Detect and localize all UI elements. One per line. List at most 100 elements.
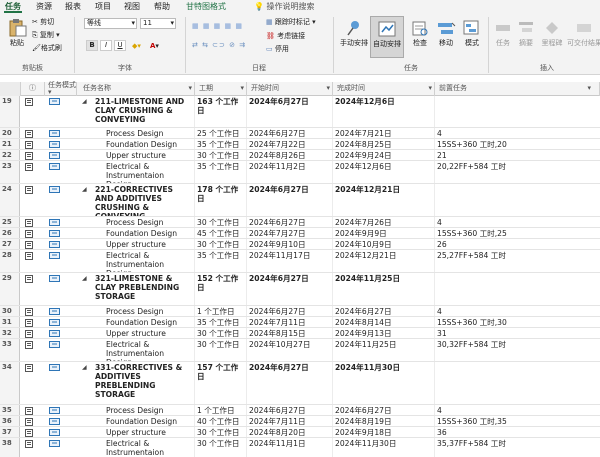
- row-number[interactable]: 27: [0, 239, 20, 249]
- row-number[interactable]: 21: [0, 139, 20, 149]
- paste-button[interactable]: 粘贴: [4, 19, 30, 48]
- predecessors-cell[interactable]: 4: [435, 128, 600, 138]
- duration-cell[interactable]: 30 个工作日: [195, 150, 247, 160]
- column-header-mode[interactable]: 任务模式 ▾: [45, 82, 77, 96]
- tab-resource[interactable]: 资源: [34, 0, 54, 13]
- predecessors-cell[interactable]: 31: [435, 328, 600, 338]
- row-number[interactable]: 28: [0, 250, 20, 272]
- predecessors-cell[interactable]: 30,32FF+584 工时: [435, 339, 600, 361]
- duration-cell[interactable]: 1 个工作日: [195, 405, 247, 415]
- task-name-cell[interactable]: Foundation Design: [104, 317, 195, 327]
- start-cell[interactable]: 2024年11月17日: [247, 250, 333, 272]
- task-name-cell[interactable]: 221-CORRECTIVES AND ADDITIVES CRUSHING &…: [93, 184, 195, 216]
- duration-cell[interactable]: 30 个工作日: [195, 427, 247, 437]
- finish-cell[interactable]: 2024年7月26日: [333, 217, 435, 227]
- task-row[interactable]: 36 Foundation Design 40 个工作日 2024年7月11日 2024…: [0, 416, 600, 427]
- row-number[interactable]: 29: [0, 273, 20, 305]
- collapse-triangle-icon[interactable]: ◢: [82, 364, 87, 371]
- task-insert-button[interactable]: 任务: [492, 19, 514, 48]
- start-cell[interactable]: 2024年7月27日: [247, 228, 333, 238]
- task-name-cell[interactable]: Foundation Design: [104, 416, 195, 426]
- start-cell[interactable]: 2024年11月1日: [247, 438, 333, 457]
- task-name-cell[interactable]: Upper structure Design: [104, 427, 195, 437]
- duration-cell[interactable]: 45 个工作日: [195, 228, 247, 238]
- task-row[interactable]: 21 Foundation Design 35 个工作日 2024年7月22日 2024…: [0, 139, 600, 150]
- finish-cell[interactable]: 2024年11月25日: [333, 273, 435, 305]
- milestone-button[interactable]: 里程碑: [539, 19, 565, 48]
- finish-cell[interactable]: 2024年12月6日: [333, 161, 435, 183]
- task-name-cell[interactable]: Process Design: [104, 217, 195, 227]
- row-number[interactable]: 23: [0, 161, 20, 183]
- highlight-color-button[interactable]: ◆▾: [132, 41, 141, 51]
- start-cell[interactable]: 2024年6月27日: [247, 306, 333, 316]
- search-box[interactable]: 💡 操作说明搜索: [252, 0, 317, 13]
- format-painter-button[interactable]: 🖌格式刷: [32, 43, 62, 53]
- font-name-select[interactable]: 等线 ▾: [84, 18, 137, 29]
- collapse-triangle-icon[interactable]: ◢: [82, 98, 87, 105]
- column-header-finish[interactable]: 完成时间 ▾: [333, 82, 435, 96]
- percent-complete-buttons[interactable]: ▦ ▦ ▦ ▦ ▦: [192, 21, 243, 31]
- task-row[interactable]: 25 Process Design 30 个工作日 2024年6月27日 2024年7月…: [0, 217, 600, 228]
- row-number[interactable]: 22: [0, 150, 20, 160]
- task-name-cell[interactable]: Upper structure Design: [104, 150, 195, 160]
- start-cell[interactable]: 2024年7月11日: [247, 416, 333, 426]
- start-cell[interactable]: 2024年10月27日: [247, 339, 333, 361]
- task-row[interactable]: 38 Electrical & Instrumentaion Design30 个…: [0, 438, 600, 457]
- predecessors-cell[interactable]: 15SS+360 工时,20: [435, 139, 600, 149]
- row-number[interactable]: 25: [0, 217, 20, 227]
- underline-button[interactable]: U: [114, 40, 126, 51]
- finish-cell[interactable]: 2024年11月25日: [333, 339, 435, 361]
- task-name-cell[interactable]: Process Design: [104, 128, 195, 138]
- start-cell[interactable]: 2024年6月27日: [247, 128, 333, 138]
- column-header-name[interactable]: 任务名称 ▾: [77, 82, 195, 96]
- predecessors-cell[interactable]: [435, 273, 600, 305]
- task-row[interactable]: 35 Process Design 1 个工作日 2024年6月27日 2024年6月2…: [0, 405, 600, 416]
- move-button[interactable]: 移动: [434, 19, 458, 48]
- summary-task-row[interactable]: 34 ◢ 331-CORRECTIVES & ADDITIVES PREBLENDI…: [0, 362, 600, 405]
- start-cell[interactable]: 2024年6月27日: [247, 273, 333, 305]
- row-number[interactable]: 19: [0, 96, 20, 127]
- row-number[interactable]: 26: [0, 228, 20, 238]
- predecessors-cell[interactable]: 35,37FF+584 工时: [435, 438, 600, 457]
- task-row[interactable]: 23 Electrical & Instrumentaion Design35 个…: [0, 161, 600, 184]
- column-header-predecessors[interactable]: 前置任务 ▾: [435, 82, 600, 96]
- finish-cell[interactable]: 2024年6月27日: [333, 306, 435, 316]
- font-color-button[interactable]: A▾: [150, 41, 159, 51]
- copy-button[interactable]: ⎘ 复制 ▾: [32, 30, 60, 40]
- start-cell[interactable]: 2024年11月2日: [247, 161, 333, 183]
- task-name-cell[interactable]: Upper structure Design: [104, 328, 195, 338]
- start-cell[interactable]: 2024年6月27日: [247, 362, 333, 404]
- summary-task-row[interactable]: 29 ◢ 321-LIMESTONE & CLAY PREBLENDING STOR…: [0, 273, 600, 306]
- manual-schedule-button[interactable]: 手动安排: [338, 19, 370, 48]
- finish-cell[interactable]: 2024年12月6日: [333, 96, 435, 127]
- tab-view[interactable]: 视图: [122, 0, 142, 13]
- duration-cell[interactable]: 157 个工作日: [195, 362, 247, 404]
- task-row[interactable]: 30 Process Design 1 个工作日 2024年6月27日 2024年6月2…: [0, 306, 600, 317]
- task-row[interactable]: 26 Foundation Design 45 个工作日 2024年7月27日 2024…: [0, 228, 600, 239]
- column-header-duration[interactable]: 工期 ▾: [195, 82, 247, 96]
- row-number[interactable]: 31: [0, 317, 20, 327]
- tab-gantt-format[interactable]: 甘特图格式: [184, 0, 228, 13]
- auto-schedule-button[interactable]: 自动安排: [370, 16, 404, 58]
- duration-cell[interactable]: 30 个工作日: [195, 438, 247, 457]
- task-name-cell[interactable]: Electrical & Instrumentaion Design: [104, 438, 195, 457]
- task-row[interactable]: 31 Foundation Design 35 个工作日 2024年7月11日 2024…: [0, 317, 600, 328]
- task-name-cell[interactable]: Electrical & Instrumentaion Design: [104, 161, 195, 183]
- finish-cell[interactable]: 2024年7月21日: [333, 128, 435, 138]
- task-name-cell[interactable]: Upper structure Design: [104, 239, 195, 249]
- start-cell[interactable]: 2024年6月27日: [247, 96, 333, 127]
- predecessors-cell[interactable]: 15SS+360 工时,30: [435, 317, 600, 327]
- finish-cell[interactable]: 2024年8月25日: [333, 139, 435, 149]
- predecessors-cell[interactable]: 15SS+360 工时,35: [435, 416, 600, 426]
- row-number[interactable]: 37: [0, 427, 20, 437]
- summary-task-row[interactable]: 24 ◢ 221-CORRECTIVES AND ADDITIVES CRUSHIN…: [0, 184, 600, 217]
- start-cell[interactable]: 2024年6月27日: [247, 184, 333, 216]
- tab-help[interactable]: 帮助: [152, 0, 172, 13]
- start-cell[interactable]: 2024年8月15日: [247, 328, 333, 338]
- finish-cell[interactable]: 2024年9月9日: [333, 228, 435, 238]
- duration-cell[interactable]: 30 个工作日: [195, 239, 247, 249]
- mode-button[interactable]: 模式: [460, 19, 484, 48]
- column-header-start[interactable]: 开始时间 ▾: [247, 82, 333, 96]
- collapse-triangle-icon[interactable]: ◢: [82, 186, 87, 193]
- duration-cell[interactable]: 30 个工作日: [195, 328, 247, 338]
